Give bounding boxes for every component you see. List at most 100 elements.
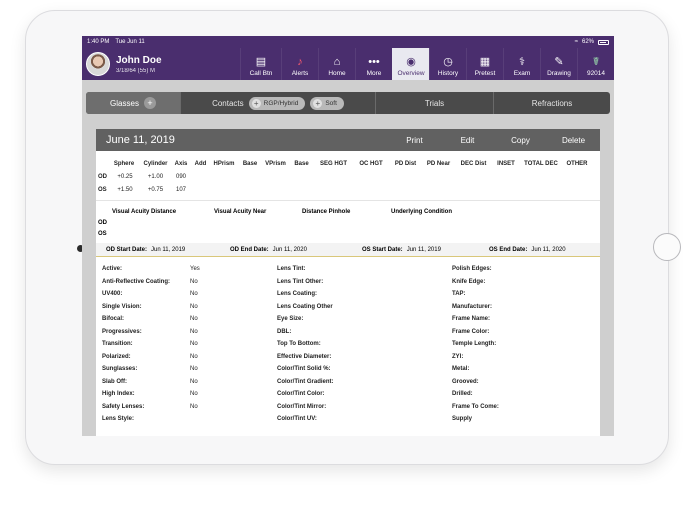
col-header: Axis (174, 160, 188, 167)
cylinder-value: +0.75 (147, 186, 164, 193)
va-header: Visual Acuity Near (214, 208, 267, 215)
nav-call-btn[interactable]: ▤ Call Btn (240, 48, 281, 80)
caduceus-icon: ☤ (592, 56, 600, 68)
nav-label: Drawing (547, 70, 571, 77)
plus-icon: + (313, 98, 323, 108)
patient-name: John Doe (116, 54, 162, 66)
detail-row: Transition: No (102, 341, 198, 348)
alert-bell-icon: ♪ (297, 56, 303, 68)
col-header: Base (242, 160, 258, 167)
nav-drawing[interactable]: ✎ Drawing (540, 48, 577, 80)
os-end-value: Jun 11, 2020 (531, 246, 566, 253)
detail-label: Color/Tint UV: (277, 416, 317, 423)
nav-label: Exam (513, 70, 531, 77)
detail-label: Lens Tint Other: (277, 278, 324, 285)
nav-label: Overview (397, 70, 425, 77)
col-header: DEC Dist (460, 160, 487, 167)
va-header: Underlying Condition (391, 208, 452, 215)
detail-row: High Index: No (102, 391, 198, 398)
avatar (86, 52, 110, 76)
rx-table: Sphere Cylinder Axis Add HPrism Base VPr… (96, 151, 600, 196)
detail-label: Effective Diameter: (277, 353, 332, 360)
os-start-value: Jun 11, 2019 (406, 246, 441, 253)
tab-contacts[interactable]: Contacts + RGP/Hybrid + Soft (181, 92, 376, 114)
axis-value: 090 (175, 173, 186, 180)
nav-exam[interactable]: ⚕ Exam (503, 48, 540, 80)
nav-alerts[interactable]: ♪ Alerts (281, 48, 318, 80)
sphere-value: +1.50 (117, 186, 133, 193)
nav-label: Alerts (291, 70, 309, 77)
nav-history[interactable]: ◷ History (429, 48, 466, 80)
va-header-row: Visual Acuity Distance Visual Acuity Nea… (98, 206, 600, 217)
nav-items: ▤ Call Btn ♪ Alerts ⌂ Home ••• More ◉ Ov… (240, 48, 614, 80)
detail-label: Supply (452, 416, 473, 423)
status-date: Tue Jun 11 (115, 39, 145, 45)
detail-label: Frame Color: (452, 328, 490, 335)
detail-row: Single Vision: No (102, 303, 198, 310)
more-dots-icon: ••• (368, 56, 380, 68)
detail-label: Lens Tint: (277, 266, 306, 273)
nav-label: Pretest (474, 70, 496, 77)
detail-row: Active: Yes (102, 266, 200, 273)
nav-billing-code[interactable]: ☤ 92014 (577, 48, 614, 80)
detail-label: Drilled: (452, 391, 473, 398)
status-time: 1:40 PM (87, 39, 110, 45)
detail-label: Color/Tint Gradient: (277, 378, 334, 385)
nav-more[interactable]: ••• More (355, 48, 392, 80)
tab-label: Contacts (212, 98, 244, 108)
tab-refractions[interactable]: Refractions (494, 92, 610, 114)
nav-label: Home (328, 70, 346, 77)
detail-label: Polish Edges: (452, 266, 492, 273)
tab-glasses[interactable]: Glasses + (86, 92, 181, 114)
od-start-value: Jun 11, 2019 (151, 246, 186, 253)
pill-label: RGP/Hybrid (263, 99, 299, 107)
copy-button[interactable]: Copy (494, 136, 547, 145)
va-header: Visual Acuity Distance (112, 208, 177, 215)
pill-label: Soft (325, 99, 337, 107)
overview-person-icon: ◉ (406, 56, 416, 68)
patient-header[interactable]: John Doe 3/18/64 (55) M (82, 48, 237, 80)
glasses-details: Active: Yes Anti-Reflective Coating: No UV… (96, 257, 600, 426)
nav-overview[interactable]: ◉ Overview (392, 48, 429, 80)
battery-percent: 62% (581, 39, 594, 45)
call-button-icon: ▤ (255, 56, 267, 68)
nav-home[interactable]: ⌂ Home (318, 48, 355, 80)
tab-label: Trials (424, 98, 445, 108)
patient-dob: 3/18/64 (55) M (116, 67, 156, 74)
tab-label: Refractions (531, 98, 573, 108)
add-soft-button[interactable]: + Soft (310, 96, 344, 110)
detail-row: Slab Off: No (102, 378, 198, 385)
stethoscope-icon: ⚕ (519, 56, 525, 68)
eye-label: OS (98, 186, 107, 193)
home-icon: ⌂ (333, 56, 341, 68)
print-button[interactable]: Print (388, 136, 441, 145)
sub-tabs: Glasses + Contacts + RGP/Hybrid + Soft T… (86, 92, 610, 114)
detail-label: Color/Tint Color: (277, 391, 325, 398)
add-glasses-icon[interactable]: + (143, 97, 156, 109)
pencil-icon: ✎ (554, 56, 564, 68)
tab-trials[interactable]: Trials (376, 92, 494, 114)
nav-label: Call Btn (249, 70, 273, 77)
col-header: HPrism (213, 160, 235, 167)
detail-label: Metal: (452, 366, 470, 373)
nav-label: History (437, 70, 459, 77)
os-start-label: OS Start Date: (362, 246, 403, 253)
col-header: Add (194, 160, 207, 167)
nav-pretest[interactable]: ▦ Pretest (466, 48, 503, 80)
detail-row: Bifocal: No (102, 316, 198, 323)
detail-label: Grooved: (452, 378, 479, 385)
detail-label: Frame Name: (452, 316, 491, 323)
col-header: VPrism (265, 160, 286, 167)
edit-button[interactable]: Edit (441, 136, 494, 145)
eye-label: OD (98, 219, 107, 226)
add-rgp-hybrid-button[interactable]: + RGP/Hybrid (248, 96, 306, 110)
delete-button[interactable]: Delete (547, 136, 600, 145)
detail-label: Color/Tint Mirror: (277, 403, 327, 410)
col-header: TOTAL DEC (524, 160, 558, 167)
detail-label: Lens Coating: (277, 291, 317, 298)
col-header: PD Dist (394, 160, 417, 167)
record-date: June 11, 2019 (106, 134, 175, 146)
home-hardware-button[interactable] (653, 233, 681, 261)
detail-label: Temple Length: (452, 341, 497, 348)
va-header: Distance Pinhole (302, 208, 351, 215)
